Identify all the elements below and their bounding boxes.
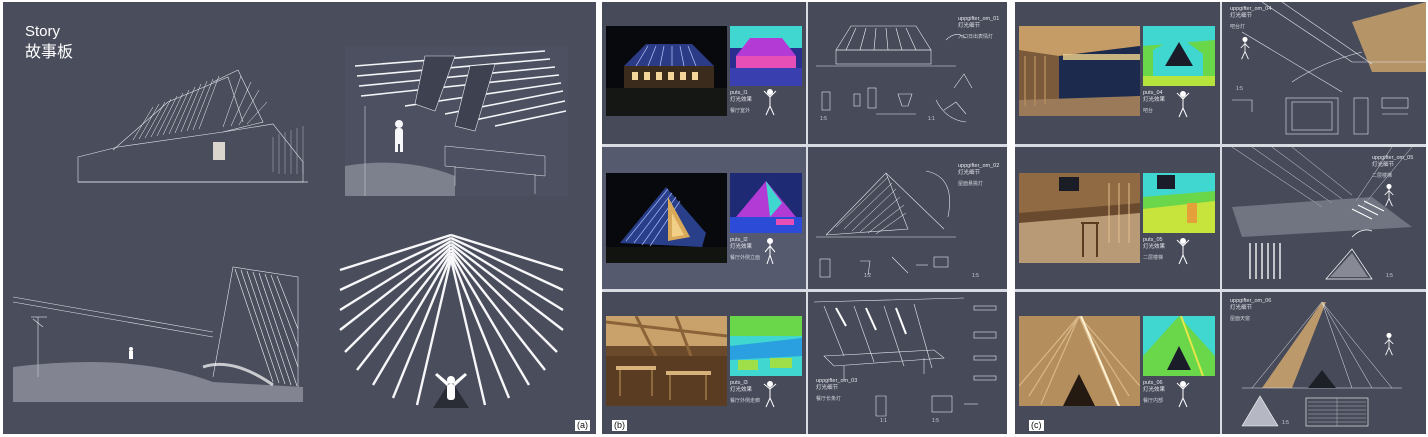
- c2-detail-note: 二层楼梯: [1372, 173, 1393, 179]
- c1-detail-code: uppgifter_om_04: [1230, 6, 1272, 12]
- c3-detail-sketch: [1241, 301, 1402, 427]
- c2-detail-code: uppgifter_om_05: [1372, 155, 1414, 161]
- lodge-exterior-sketch: [77, 69, 308, 183]
- b2-render-note: 餐厅外侧立面: [730, 255, 761, 261]
- c3-detail-note: 屋面天窗: [1230, 316, 1251, 322]
- b1-scale-mark-1: 1:5: [820, 116, 827, 122]
- c3-scale-mark: 1:5: [1282, 420, 1289, 426]
- rafters-perspective-sketch: [335, 230, 568, 408]
- panel-a: Story 故事板 (a): [3, 2, 596, 434]
- b3-render-code: puts_l3: [730, 380, 748, 386]
- b3-render-title: 灯光效果: [730, 387, 753, 393]
- c1-detail-title: 灯光细节: [1230, 13, 1253, 19]
- c3-render-code: puts_06: [1143, 380, 1163, 386]
- c2-false-color-render: [1143, 173, 1215, 233]
- b3-human-figure-icon: [763, 381, 777, 408]
- c3-detail-title: 灯光细节: [1230, 305, 1253, 311]
- b1-render-note: 餐厅室外: [730, 108, 751, 114]
- b3-render-note: 餐厅外侧走廊: [730, 398, 761, 404]
- b2-detail-title: 灯光细节: [958, 170, 981, 176]
- b2-detail-note: 屋面悬挑灯: [958, 181, 984, 187]
- b-row2-render-cell: puts_l2 灯光效果 餐厅外侧立面: [602, 147, 806, 289]
- panel-a-label: (a): [575, 420, 590, 431]
- b3-scale-mark-1: 1:1: [880, 418, 887, 424]
- b1-scale-mark-2: 1:1: [928, 116, 935, 122]
- b2-human-figure-icon: [764, 238, 776, 265]
- c1-detail-note: 吧台灯: [1230, 24, 1246, 30]
- b-row3-detail-cell: uppgifter_om_03 灯光细节 餐厅长条灯 1:1 1:5: [808, 292, 1007, 434]
- c1-detail-human-figure-icon: [1240, 36, 1250, 60]
- c-row1-detail-cell: uppgifter_om_04 灯光细节 吧台灯 1:5: [1222, 2, 1426, 144]
- c2-human-figure-icon: [1176, 238, 1190, 265]
- c2-render-title: 灯光效果: [1143, 244, 1166, 250]
- story-subtitle: 故事板: [25, 44, 74, 61]
- c-row3-detail-cell: uppgifter_om_06 灯光细节 屋面天窗 1:5: [1222, 292, 1426, 434]
- c-row1-render-cell: puts_04 灯光效果 吧台: [1015, 2, 1220, 144]
- b3-detail-note: 餐厅长条灯: [816, 396, 842, 402]
- panel-c-label: (c): [1029, 420, 1044, 431]
- b2-detail-code: uppgifter_om_02: [958, 163, 1000, 169]
- ski-lift-sketch: [13, 266, 303, 402]
- interior-hall-sketch: [345, 46, 568, 196]
- b1-detail-note: 入口日出表情灯: [958, 34, 994, 40]
- c-row2-render-cell: puts_05 灯光效果 二层楼梯: [1015, 147, 1220, 289]
- b3-false-color-render: [730, 316, 802, 376]
- c2-stair-render: [1019, 173, 1140, 263]
- c1-scale-mark: 1:5: [1236, 86, 1243, 92]
- b1-render-title: 灯光效果: [730, 97, 753, 103]
- b1-human-figure-icon: [763, 89, 777, 116]
- b2-render-code: puts_l2: [730, 237, 748, 243]
- c2-detail-human-figure-icon: [1384, 183, 1394, 207]
- b2-scale-mark-2: 1:5: [972, 273, 979, 279]
- b3-detail-code: uppgifter_om_03: [816, 378, 858, 384]
- c1-render-note: 吧台: [1143, 108, 1154, 114]
- c3-render-title: 灯光效果: [1143, 387, 1166, 393]
- panel-b-label: (b): [612, 420, 627, 431]
- b1-detail-title: 灯光细节: [958, 23, 981, 29]
- c2-render-code: puts_05: [1143, 237, 1163, 243]
- b-row3-render-cell: puts_l3 灯光效果 餐厅外侧走廊: [602, 292, 806, 434]
- b-row2-detail-cell: uppgifter_om_02 灯光细节 屋面悬挑灯 1:2 1:5: [808, 147, 1007, 289]
- b1-false-color-render: [730, 26, 802, 86]
- panel-c: puts_04 灯光效果 吧台 uppgifter_om_04 灯光细节 吧台灯…: [1015, 2, 1426, 434]
- c2-detail-title: 灯光细节: [1372, 162, 1395, 168]
- b3-detail-title: 灯光细节: [816, 385, 839, 391]
- c3-human-figure-icon: [1176, 381, 1190, 408]
- b3-warm-render: [606, 316, 727, 406]
- b3-scale-mark-2: 1:5: [932, 418, 939, 424]
- b2-scale-mark-1: 1:2: [864, 273, 871, 279]
- c-row2-detail-cell: uppgifter_om_05 灯光细节 二层楼梯 1:5: [1222, 147, 1426, 289]
- panel-b: puts_l1 灯光效果 餐厅室外 uppgifter_om_01 灯光细节 入…: [602, 2, 1007, 434]
- c2-detail-sketch: [1231, 147, 1413, 280]
- c1-human-figure-icon: [1176, 91, 1190, 118]
- b1-render-code: puts_l1: [730, 90, 748, 96]
- c3-detail-human-figure-icon: [1384, 332, 1394, 356]
- b1-night-render: [606, 26, 727, 116]
- b2-render-title: 灯光效果: [730, 244, 753, 250]
- c-row3-render-cell: puts_06 灯光效果 餐厅内部: [1015, 292, 1220, 434]
- b-row1-detail-cell: uppgifter_om_01 灯光细节 入口日出表情灯 1:5 1:1: [808, 2, 1007, 144]
- b1-detail-code: uppgifter_om_01: [958, 16, 1000, 22]
- story-title: Story: [25, 23, 61, 40]
- b-row1-render-cell: puts_l1 灯光效果 餐厅室外: [602, 2, 806, 144]
- c3-render-note: 餐厅内部: [1143, 398, 1164, 404]
- b2-false-color-render: [730, 173, 802, 233]
- b3-detail-sketch: [814, 297, 997, 417]
- c3-detail-code: uppgifter_om_06: [1230, 298, 1272, 304]
- c1-detail-sketch: [1232, 2, 1426, 135]
- c3-false-color-render: [1143, 316, 1215, 376]
- c1-bar-render: [1019, 26, 1140, 116]
- c2-scale-mark: 1:5: [1386, 273, 1393, 279]
- c1-render-code: puts_04: [1143, 90, 1163, 96]
- b2-night-render: [606, 173, 727, 263]
- c1-false-color-render: [1143, 26, 1215, 86]
- c1-render-title: 灯光效果: [1143, 97, 1166, 103]
- c3-interior-render: [1019, 316, 1140, 406]
- c2-render-note: 二层楼梯: [1143, 255, 1164, 261]
